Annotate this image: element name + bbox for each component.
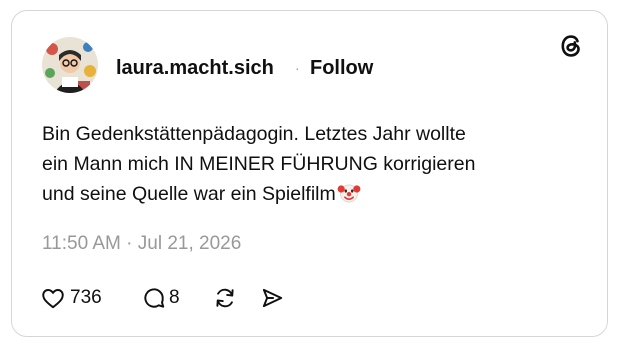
follow-button[interactable]: Follow — [310, 56, 373, 80]
post-text-line: ein Mann mich IN MEINER FÜHRUNG korrigie… — [42, 153, 476, 175]
clown-face-icon — [337, 180, 361, 213]
post-text-line: und seine Quelle war ein Spielfilm — [42, 179, 582, 213]
threads-logo-icon[interactable] — [556, 31, 586, 61]
send-icon — [259, 285, 285, 311]
repost-button[interactable] — [212, 283, 238, 313]
heart-icon — [40, 285, 66, 311]
post-card: laura.macht.sich · Follow Bin Gedenkstät… — [11, 10, 608, 337]
post-body: Bin Gedenkstättenpädagogin. Letztes Jahr… — [42, 119, 582, 213]
reply-button[interactable]: 8 — [141, 283, 180, 313]
username-link[interactable]: laura.macht.sich — [116, 56, 274, 80]
post-timestamp[interactable]: 11:50 AM · Jul 21, 2026 — [42, 232, 241, 256]
separator-dot: · — [295, 60, 300, 76]
like-button[interactable]: 736 — [40, 283, 102, 313]
repost-icon — [212, 285, 238, 311]
reply-count: 8 — [169, 287, 180, 308]
post-text-line-content: und seine Quelle war ein Spielfilm — [42, 183, 336, 205]
avatar[interactable] — [42, 37, 98, 93]
reply-bubble-icon — [141, 285, 167, 311]
like-count: 736 — [70, 287, 102, 308]
share-button[interactable] — [259, 283, 285, 313]
post-text-line: Bin Gedenkstättenpädagogin. Letztes Jahr… — [42, 123, 466, 145]
